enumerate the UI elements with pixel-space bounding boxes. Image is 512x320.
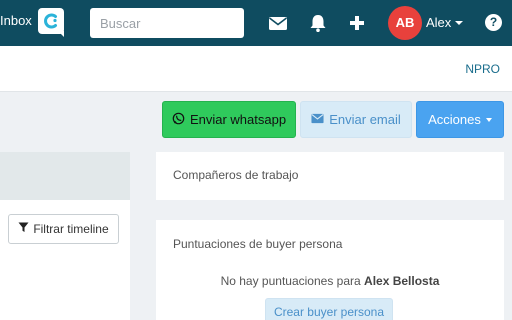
plus-icon[interactable]: [347, 13, 367, 33]
buyer-persona-empty-message: No hay puntuaciones para Alex Bellosta: [156, 274, 504, 288]
coworkers-title: Compañeros de trabajo: [173, 168, 299, 182]
avatar[interactable]: AB: [388, 6, 422, 40]
whatsapp-icon: [172, 112, 185, 128]
help-icon[interactable]: ?: [485, 14, 502, 31]
brand-text: Inbox: [0, 13, 32, 28]
user-menu-name[interactable]: Alex: [426, 15, 451, 30]
contact-name: Alex Bellosta: [364, 274, 440, 288]
send-whatsapp-label: Enviar whatsapp: [189, 112, 287, 127]
send-whatsapp-button[interactable]: Enviar whatsapp: [162, 101, 296, 138]
logo-tail: [58, 31, 64, 37]
filter-timeline-label: Filtrar timeline: [33, 222, 109, 236]
buyer-persona-card: Puntuaciones de buyer persona No hay pun…: [156, 220, 504, 320]
send-email-label: Enviar email: [329, 112, 401, 127]
send-email-button[interactable]: Enviar email: [300, 101, 412, 138]
coworkers-card: Compañeros de trabajo: [156, 152, 504, 200]
actions-label: Acciones: [428, 112, 481, 127]
search-input[interactable]: [90, 8, 244, 38]
chevron-down-icon[interactable]: [455, 21, 463, 25]
npro-link[interactable]: NPRO: [465, 62, 500, 76]
envelope-icon[interactable]: [268, 13, 288, 33]
buyer-persona-title: Puntuaciones de buyer persona: [173, 237, 343, 251]
timeline-header: [0, 152, 130, 200]
top-navbar: Inbox AB Alex ?: [0, 0, 512, 46]
envelope-icon: [311, 112, 324, 127]
actions-dropdown-button[interactable]: Acciones: [416, 101, 504, 138]
filter-timeline-button[interactable]: Filtrar timeline: [8, 214, 119, 244]
sub-header: NPRO: [0, 46, 512, 92]
create-buyer-persona-button[interactable]: Crear buyer persona: [265, 298, 393, 320]
empty-text: No hay puntuaciones para: [220, 274, 361, 288]
bell-icon[interactable]: [308, 13, 328, 33]
filter-icon: [18, 222, 29, 236]
chevron-down-icon: [485, 117, 492, 122]
